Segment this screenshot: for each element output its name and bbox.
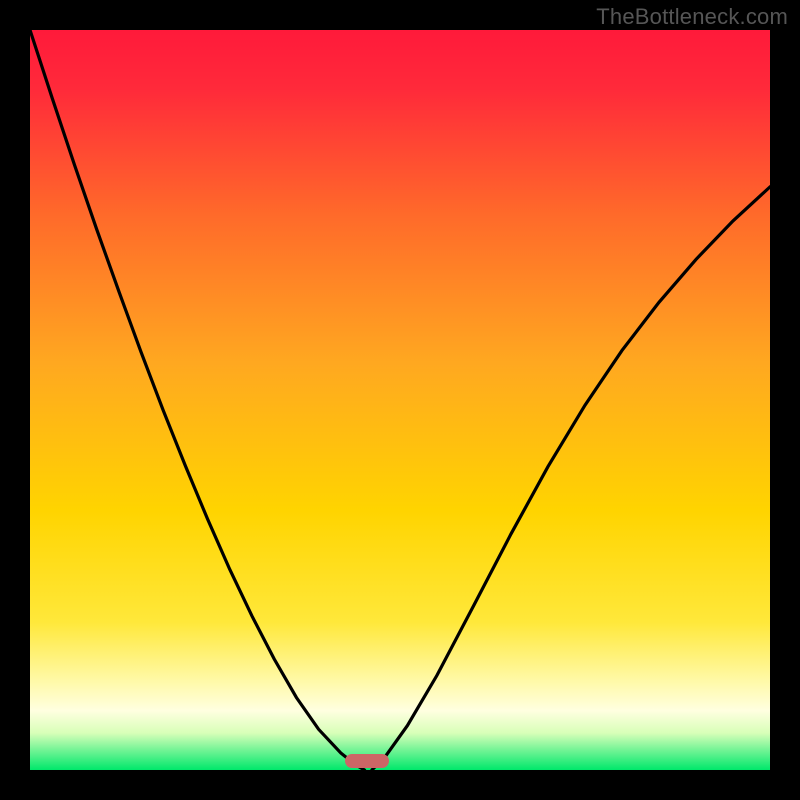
left-curve	[30, 30, 364, 770]
plot-area	[30, 30, 770, 770]
bottleneck-marker	[345, 754, 389, 768]
right-curve	[372, 187, 770, 770]
watermark-text: TheBottleneck.com	[596, 4, 788, 30]
outer-frame: TheBottleneck.com	[0, 0, 800, 800]
curves-layer	[30, 30, 770, 770]
